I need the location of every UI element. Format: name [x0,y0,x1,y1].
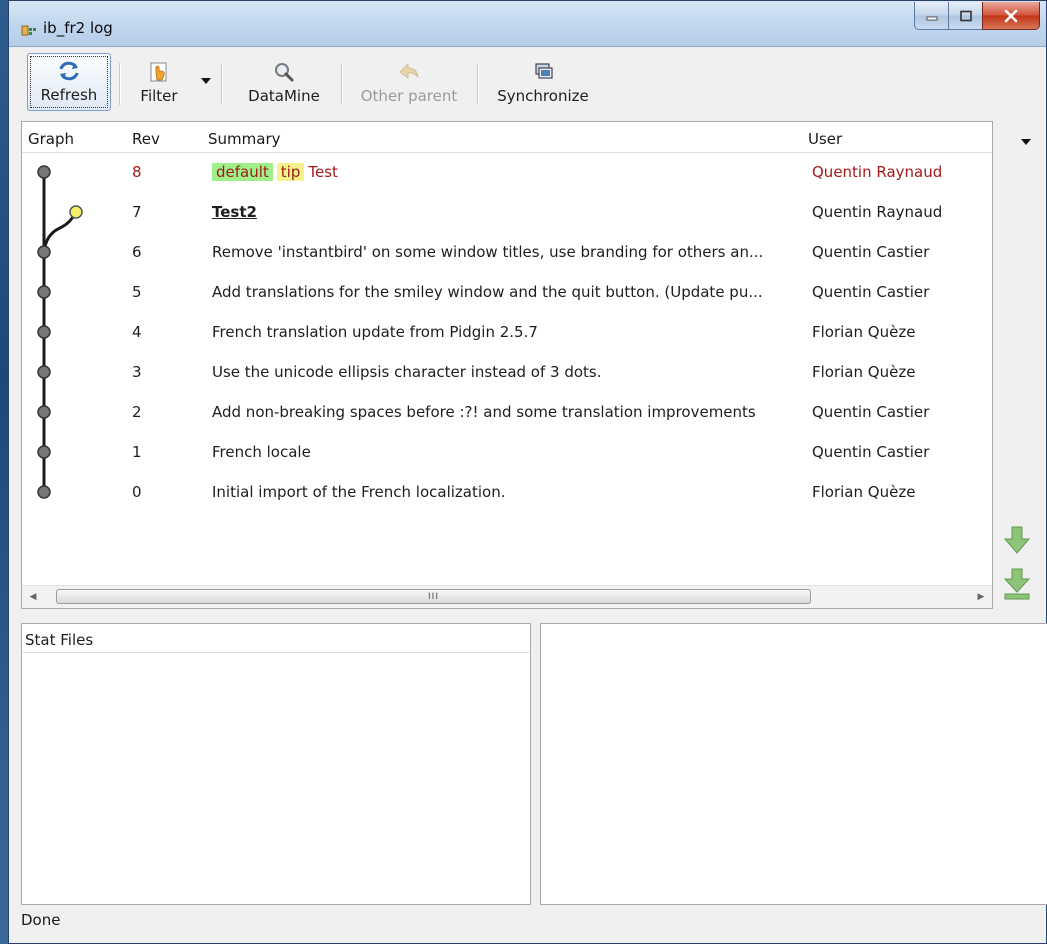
column-user[interactable]: User [808,130,842,148]
other-parent-label: Other parent [360,87,458,105]
filter-label: Filter [140,87,178,105]
rev-cell: 3 [132,363,142,381]
maximize-icon [959,10,972,21]
rev-cell: 0 [132,483,142,501]
rev-cell: 7 [132,203,142,221]
filter-dropdown-icon[interactable] [199,73,213,87]
user-cell: Florian Quèze [812,483,916,501]
user-cell: Quentin Castier [812,283,930,301]
user-cell: Quentin Raynaud [812,203,943,221]
horizontal-scrollbar[interactable]: ◀ III ▶ [22,585,992,608]
summary-cell: French locale [212,443,311,461]
close-icon [1004,9,1018,22]
column-menu-icon[interactable] [1019,137,1033,147]
rev-cell: 5 [132,283,142,301]
toolbar-separator [341,63,343,105]
stat-files-title: Stat Files [25,631,94,649]
minimize-icon [926,16,937,20]
user-cell: Quentin Castier [812,243,930,261]
user-cell: Quentin Castier [812,403,930,421]
table-row[interactable]: 0 Initial import of the French localizat… [22,472,992,512]
diff-panel[interactable] [540,623,1047,905]
filter-button[interactable]: Filter [125,53,193,111]
datamine-label: DataMine [248,87,320,105]
synchronize-label: Synchronize [497,87,589,105]
other-parent-button[interactable]: Other parent [347,53,471,111]
datamine-button[interactable]: DataMine [231,53,337,111]
user-cell: Florian Quèze [812,323,916,341]
scrollbar-thumb[interactable]: III [56,589,811,604]
maximize-button[interactable] [948,2,983,30]
table-row[interactable]: 5 Add translations for the smiley window… [22,272,992,312]
refresh-button[interactable]: Refresh [27,53,111,111]
column-graph[interactable]: Graph [28,130,74,148]
table-row[interactable]: 7 Test2 Quentin Raynaud [22,192,992,232]
refresh-icon [59,61,79,81]
filter-icon [150,62,167,82]
column-header: Graph Rev Summary User [22,122,992,153]
table-row[interactable]: 1 French locale Quentin Castier [22,432,992,472]
scrollbar-grip: III [428,591,439,602]
summary-cell: Add translations for the smiley window a… [212,283,763,301]
summary-cell: French translation update from Pidgin 2.… [212,323,538,341]
refresh-label: Refresh [40,86,98,104]
title-bar[interactable]: ib_fr2 log [9,1,1046,47]
rev-cell: 4 [132,323,142,341]
rev-cell: 6 [132,243,142,261]
user-cell: Florian Quèze [812,363,916,381]
summary-cell: Add non-breaking spaces before :?! and s… [212,403,756,421]
toolbar-separator [119,63,121,105]
scroll-left-icon[interactable]: ◀ [24,586,42,608]
magnifier-icon [275,63,294,82]
toolbar: Refresh Filter DataMine Other parent Syn… [19,51,1046,113]
app-icon [21,25,36,36]
branch-tag: default [212,163,273,181]
column-rev[interactable]: Rev [132,130,160,148]
summary-cell: Initial import of the French localizatio… [212,483,506,501]
toolbar-separator [221,63,223,105]
log-window: ib_fr2 log Refresh Filter DataMine Other… [8,0,1047,944]
status-text: Done [21,911,61,929]
summary-cell: Test2 [212,203,257,221]
stat-files-panel[interactable]: Stat Files [21,623,531,905]
revision-log-table[interactable]: Graph Rev Summary User 8 default tip Test [21,121,993,609]
tip-tag: tip [276,163,305,181]
synchronize-icon [535,63,553,79]
load-more-icon[interactable] [1003,525,1031,555]
scroll-right-icon[interactable]: ▶ [972,586,990,608]
close-button[interactable] [982,2,1040,30]
rev-cell: 2 [132,403,142,421]
user-cell: Quentin Castier [812,443,930,461]
table-row[interactable]: 3 Use the unicode ellipsis character ins… [22,352,992,392]
minimize-button[interactable] [914,2,949,30]
column-summary[interactable]: Summary [208,130,281,148]
rev-cell: 8 [132,163,142,181]
summary-text: Test [308,163,338,181]
table-row[interactable]: 8 default tip Test Quentin Raynaud [22,152,992,192]
summary-cell: Remove 'instantbird' on some window titl… [212,243,764,261]
user-cell: Quentin Raynaud [812,163,943,181]
table-row[interactable]: 4 French translation update from Pidgin … [22,312,992,352]
summary-cell: Use the unicode ellipsis character inste… [212,363,602,381]
table-row[interactable]: 6 Remove 'instantbird' on some window ti… [22,232,992,272]
summary-cell: default tip Test [212,163,338,181]
back-arrow-icon [399,63,419,79]
window-title: ib_fr2 log [43,19,113,37]
rev-cell: 1 [132,443,142,461]
stat-files-header: Stat Files [22,624,530,653]
toolbar-separator [477,63,479,105]
synchronize-button[interactable]: Synchronize [483,53,603,111]
load-all-icon[interactable] [1003,567,1031,601]
table-row[interactable]: 2 Add non-breaking spaces before :?! and… [22,392,992,432]
